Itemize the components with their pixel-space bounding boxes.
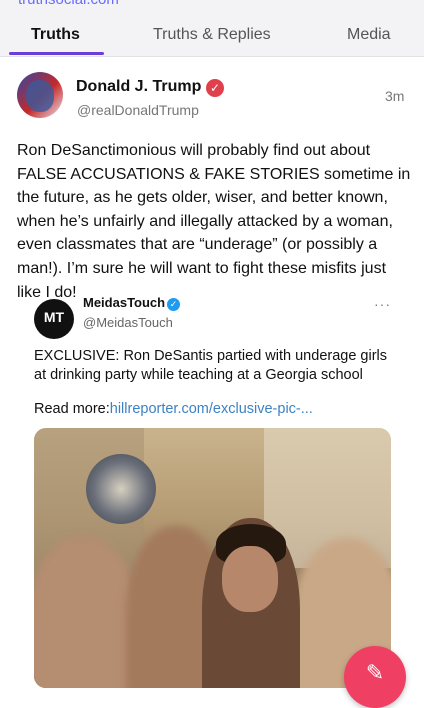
active-tab-indicator bbox=[9, 52, 104, 55]
author-handle[interactable]: @realDonaldTrump bbox=[77, 102, 199, 118]
author-name[interactable]: Donald J. Trump bbox=[76, 78, 201, 96]
compose-button[interactable]: ✎ bbox=[344, 646, 406, 708]
embed-verified-icon: ✓ bbox=[167, 298, 180, 311]
read-more-line: Read more:hillreporter.com/exclusive-pic… bbox=[34, 401, 313, 417]
url-text: truthsocial.com bbox=[18, 0, 119, 8]
tab-truths[interactable]: Truths bbox=[31, 26, 80, 44]
blurred-person bbox=[34, 536, 138, 688]
embed-text: EXCLUSIVE: Ron DeSantis partied with und… bbox=[34, 348, 388, 383]
person bbox=[202, 518, 300, 688]
tab-media[interactable]: Media bbox=[347, 26, 391, 44]
profile-tabs: Truths Truths & Replies Media bbox=[0, 14, 424, 57]
verified-badge-icon: ✓ bbox=[206, 79, 224, 97]
post-timestamp: 3m bbox=[385, 88, 405, 104]
read-more-label: Read more: bbox=[34, 401, 110, 417]
embedded-photo[interactable] bbox=[34, 428, 391, 688]
more-options-icon[interactable]: ··· bbox=[374, 296, 391, 312]
post-text: Ron DeSanctimonious will probably find o… bbox=[17, 142, 411, 301]
meidastouch-avatar[interactable]: MT bbox=[34, 299, 74, 339]
wall-plate bbox=[86, 454, 156, 524]
read-more-link[interactable]: hillreporter.com/exclusive-pic-... bbox=[110, 401, 313, 417]
embed-author-handle[interactable]: @MeidasTouch bbox=[83, 315, 173, 330]
embed-author-name[interactable]: MeidasTouch bbox=[83, 295, 165, 310]
tab-truths-replies[interactable]: Truths & Replies bbox=[153, 26, 271, 44]
pencil-icon: ✎ bbox=[365, 660, 385, 685]
avatar[interactable] bbox=[17, 72, 63, 118]
browser-url-strip: truthsocial.com bbox=[0, 0, 424, 14]
